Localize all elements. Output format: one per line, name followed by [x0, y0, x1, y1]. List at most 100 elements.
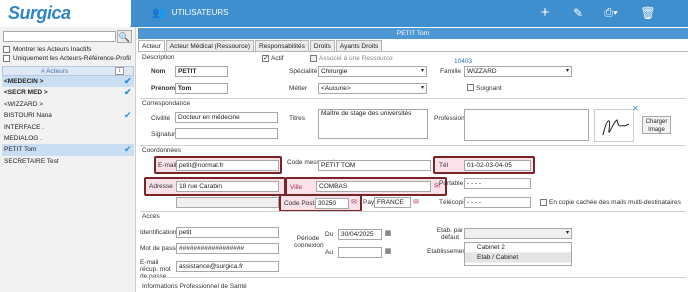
portable-label: Portable [439, 180, 464, 187]
actor-id: 10403 [454, 58, 473, 65]
associe-checkbox[interactable] [310, 55, 317, 62]
prenom-field[interactable]: Tom [175, 83, 228, 94]
cp-lookup-icon[interactable]: ✉ [350, 199, 358, 207]
cp-field[interactable]: 30250 [315, 198, 349, 209]
pays-field[interactable]: FRANCE [374, 197, 411, 208]
specialite-select[interactable]: Chirurgie ▾ [318, 66, 427, 77]
divider [140, 98, 686, 99]
list-header: # Acteurs ↕ [2, 66, 134, 76]
copie-cachee-checkbox[interactable] [540, 199, 547, 206]
titres-label: Titres [289, 115, 306, 122]
pays-lookup-icon[interactable]: ✉ [412, 199, 420, 207]
app-header: Surgica 👥 UTILISATEURS + ✎ ⎙▾ 🗑 [0, 0, 688, 30]
edit-icon[interactable]: ✎ [568, 3, 588, 23]
calendar-icon[interactable]: ▦ [384, 230, 392, 238]
email-field[interactable]: petit@normal.fr [176, 160, 279, 171]
etab-defaut-label: Etab. par défaut [436, 227, 464, 241]
chevron-down-icon: ▾ [565, 68, 569, 74]
du-label: Du [325, 231, 334, 238]
active-check-icon: ✔ [124, 144, 132, 155]
close-icon[interactable]: ✕ [632, 104, 639, 113]
ident-field[interactable]: petit [176, 227, 279, 238]
email-label: E-mail [158, 162, 177, 169]
periode-label: Période connexion [294, 235, 324, 249]
actor-list-item[interactable]: MEDIALOG . [2, 133, 134, 144]
etablissements-list[interactable]: Cabinet 2 Etab / Cabinet [464, 242, 572, 266]
delete-icon[interactable]: 🗑 [638, 3, 658, 23]
tel-field[interactable]: 01-02-03-04-05 [464, 160, 531, 171]
only-ref-checkbox[interactable] [3, 55, 10, 62]
actor-list-item[interactable]: <MEDECIN > ✔ [2, 76, 134, 88]
actif-label: Actif [271, 55, 284, 62]
actif-checkbox[interactable]: ✓ [262, 55, 269, 62]
acces-section: Accès [142, 213, 160, 220]
active-check-icon: ✔ [124, 76, 132, 86]
add-icon[interactable]: + [535, 3, 555, 23]
ident-label: Identification [140, 229, 177, 236]
only-ref-option[interactable]: Uniquement les Acteurs-Référence-Profil [3, 55, 131, 62]
copie-cachee-label: En copie cachée des mails multi-destinat… [549, 199, 681, 206]
actor-list-item[interactable]: <WIZZARD > [2, 99, 134, 110]
mdp-field[interactable]: ################## [176, 243, 279, 254]
ville-field[interactable]: COMBAS [316, 181, 431, 192]
show-inactive-checkbox[interactable] [3, 46, 10, 53]
info-pro-section: Informations Professionnel de Santé [142, 283, 247, 290]
divider [140, 211, 686, 212]
nom-field[interactable]: PETIT [175, 66, 228, 77]
profession-field[interactable] [464, 109, 589, 141]
etab-defaut-select[interactable]: ▾ [464, 228, 572, 239]
titres-field[interactable]: Maître de stage des universités [318, 109, 428, 139]
etablissement-item[interactable]: Etab / Cabinet [465, 253, 571, 263]
active-check-icon: ✔ [124, 87, 132, 98]
associe-label: Associé à une Ressource [319, 55, 393, 62]
soignant-label: Soignant [476, 85, 502, 92]
print-icon[interactable]: ⎙▾ [598, 3, 624, 23]
mdp-label: Mot de passe [140, 245, 180, 252]
actor-list-item[interactable]: <SECR MED > ✔ [2, 87, 134, 98]
actors-panel: 🔍 Montrer les Acteurs Inactifs Uniquemen… [0, 27, 136, 292]
search-icon[interactable]: 🔍 [117, 30, 132, 43]
actor-list-item[interactable]: INTERFACE . [2, 122, 134, 133]
show-inactive-option[interactable]: Montrer les Acteurs Inactifs [3, 46, 91, 53]
actor-list-item[interactable]: SECRETAIRE Test [2, 156, 134, 167]
adresse-field[interactable]: 18 rue Carabin [176, 181, 279, 192]
search-input[interactable] [3, 31, 116, 42]
code-messagerie-field[interactable]: PETIT TOM [318, 160, 431, 171]
email-recup-field[interactable]: assistance@surgica.fr [176, 261, 279, 272]
telecopie-field[interactable]: - - - - [464, 197, 531, 208]
adresse-line2-field[interactable] [176, 197, 279, 208]
section-title: 👥 UTILISATEURS [152, 7, 229, 19]
profession-label: Profession [434, 115, 465, 122]
actor-form: Description ✓ Actif Associé à une Ressou… [138, 51, 688, 292]
telecopie-label: Télécopie [439, 199, 468, 206]
etablissement-item[interactable]: Cabinet 2 [465, 243, 571, 253]
au-field[interactable] [338, 247, 382, 258]
record-title: PETIT Tom [138, 28, 688, 39]
metier-select[interactable]: <Aucune> ▾ [318, 83, 427, 94]
metier-label: Métier [289, 85, 308, 92]
users-icon: 👥 [152, 7, 166, 19]
divider [140, 277, 686, 278]
du-field[interactable]: 30/04/2025 [338, 229, 382, 240]
correspondance-section: Correspondance [142, 100, 191, 107]
actor-list: <MEDECIN > ✔ <SECR MED > ✔ <WIZZARD > BISTOUR… [2, 76, 134, 167]
signature-image [594, 109, 634, 142]
actor-list-item[interactable]: BISTOURI Nana ✔ [2, 110, 134, 121]
signature-field[interactable] [175, 128, 278, 139]
soignant-checkbox[interactable] [467, 84, 474, 91]
tel-label: Tél [439, 162, 449, 169]
specialite-label: Spécialité [289, 68, 318, 75]
surgica-logo: Surgica [0, 0, 131, 30]
actor-list-item[interactable]: PETIT Tom ✔ [2, 144, 134, 156]
portable-field[interactable]: - - - - [464, 178, 531, 189]
sort-icon[interactable]: ↕ [115, 67, 124, 75]
civilite-field[interactable]: Docteur en médecine [175, 112, 278, 123]
charger-image-button[interactable]: Charger Image [642, 116, 671, 134]
chevron-down-icon: ▾ [565, 230, 569, 236]
adresse-label: Adresse [149, 183, 173, 190]
divider [140, 145, 686, 146]
chevron-down-icon: ▾ [420, 68, 424, 74]
prenom-label: Prénom [151, 85, 176, 92]
famille-select[interactable]: WIZZARD ▾ [464, 66, 572, 77]
calendar-icon[interactable]: ▦ [384, 248, 392, 256]
